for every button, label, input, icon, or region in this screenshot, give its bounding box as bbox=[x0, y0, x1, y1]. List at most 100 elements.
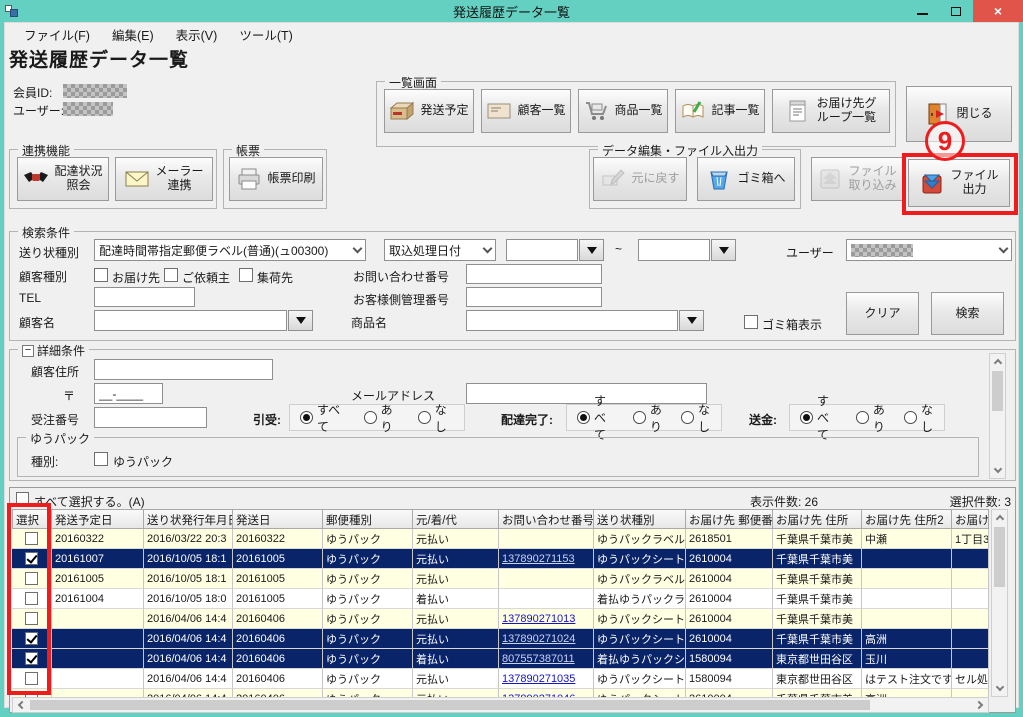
maximize-button[interactable] bbox=[939, 0, 973, 22]
scroll-left-icon[interactable] bbox=[13, 698, 28, 712]
print-report-button[interactable]: 帳票印刷 bbox=[229, 157, 323, 201]
row-select-checkbox[interactable] bbox=[25, 532, 38, 545]
radio-option[interactable]: なし bbox=[681, 401, 711, 435]
inquiry-no-link[interactable]: 137890271024 bbox=[502, 633, 575, 645]
date-type-select[interactable]: 取込処理日付 bbox=[384, 239, 496, 261]
delivery-group-list-button[interactable]: お届け先グ ループ一覧 bbox=[772, 89, 890, 133]
radio-option[interactable]: あり bbox=[364, 401, 400, 435]
product-name-picker-button[interactable] bbox=[679, 310, 704, 331]
column-header[interactable]: 送り状発行年月日 bbox=[144, 509, 233, 529]
mailer-link-button[interactable]: メーラー 連携 bbox=[115, 157, 213, 201]
row-select-checkbox[interactable] bbox=[25, 672, 38, 685]
customer-type-checkbox[interactable] bbox=[239, 268, 253, 282]
customer-type-checkbox[interactable] bbox=[164, 268, 178, 282]
scroll-thumb[interactable] bbox=[30, 700, 870, 710]
radio-option[interactable]: あり bbox=[633, 401, 663, 435]
row-select-checkbox[interactable] bbox=[25, 612, 38, 625]
collapse-toggle[interactable]: − bbox=[22, 345, 34, 357]
customer-mgmt-no-input[interactable] bbox=[466, 287, 602, 307]
menu-item[interactable]: ファイル(F) bbox=[15, 23, 99, 46]
column-header[interactable]: お届け先 bbox=[952, 509, 989, 529]
customer-name-picker-button[interactable] bbox=[288, 310, 313, 331]
column-header[interactable]: お問い合わせ番号 bbox=[499, 509, 594, 529]
yupack-checkbox[interactable] bbox=[94, 452, 108, 466]
detail-scrollbar-vertical[interactable] bbox=[989, 353, 1006, 479]
table-row[interactable]: 2016/04/06 14:420160406ゆうパック元払い137890271… bbox=[12, 689, 989, 697]
product-name-input[interactable] bbox=[466, 310, 678, 331]
column-header[interactable]: 発送日 bbox=[233, 509, 323, 529]
radio-option[interactable]: なし bbox=[418, 401, 454, 435]
radio-option[interactable]: すべて bbox=[577, 392, 615, 443]
invoice-type-select[interactable]: 配達時間帯指定郵便ラベル(普通)(ュ00300) bbox=[94, 239, 366, 261]
delivery-status-button[interactable]: 配達状況 照会 bbox=[17, 157, 109, 201]
row-select-checkbox[interactable] bbox=[25, 592, 38, 605]
scroll-down-icon[interactable] bbox=[992, 681, 1007, 696]
row-select-checkbox[interactable] bbox=[25, 552, 38, 565]
date-from-input[interactable] bbox=[506, 239, 578, 261]
menu-item[interactable]: 表示(V) bbox=[167, 23, 227, 46]
row-select-checkbox[interactable] bbox=[25, 652, 38, 665]
menu-item[interactable]: ツール(T) bbox=[230, 23, 301, 46]
cell-inquiry-no: 137890271024 bbox=[499, 629, 594, 649]
clear-button[interactable]: クリア bbox=[846, 292, 919, 335]
scroll-thumb[interactable] bbox=[994, 527, 1005, 587]
table-scrollbar-vertical[interactable] bbox=[991, 509, 1008, 697]
file-export-button[interactable]: ファイル 出力 bbox=[908, 159, 1010, 207]
inquiry-no-link[interactable]: 807557387011 bbox=[502, 653, 575, 665]
column-header[interactable]: お届け先 住所 bbox=[773, 509, 862, 529]
scroll-up-icon[interactable] bbox=[990, 354, 1005, 369]
scroll-right-icon[interactable] bbox=[973, 698, 988, 712]
table-row[interactable]: 201610072016/10/05 18:120161005ゆうパック元払い1… bbox=[12, 549, 989, 569]
minimize-button[interactable] bbox=[905, 0, 939, 22]
tel-input[interactable] bbox=[94, 287, 195, 307]
column-header[interactable]: お届け先 住所2 bbox=[862, 509, 952, 529]
radio-option[interactable]: すべて bbox=[800, 392, 838, 443]
table-row[interactable]: 2016/04/06 14:420160406ゆうパック元払い137890271… bbox=[12, 629, 989, 649]
table-scrollbar-horizontal[interactable] bbox=[12, 697, 989, 713]
customer-address-input[interactable] bbox=[94, 359, 273, 380]
radio-option[interactable]: なし bbox=[904, 401, 934, 435]
inquiry-no-link[interactable]: 137890271035 bbox=[502, 673, 575, 685]
menu-item[interactable]: 編集(E) bbox=[103, 23, 163, 46]
column-header[interactable]: お届け先 郵便番号 bbox=[686, 509, 773, 529]
column-header[interactable]: 発送予定日 bbox=[52, 509, 144, 529]
table-row[interactable]: 2016/04/06 14:420160406ゆうパック元払い137890271… bbox=[12, 669, 989, 689]
scroll-thumb[interactable] bbox=[992, 371, 1003, 411]
table-row[interactable]: 2016/04/06 14:420160406ゆうパック元払い137890271… bbox=[12, 609, 989, 629]
close-icon[interactable]: × bbox=[973, 0, 1023, 22]
row-select-checkbox[interactable] bbox=[25, 572, 38, 585]
shipping-schedule-button[interactable]: 発送予定 bbox=[384, 89, 474, 133]
date-to-picker-button[interactable] bbox=[711, 239, 736, 261]
date-to-input[interactable] bbox=[638, 239, 710, 261]
user-filter-select[interactable] bbox=[846, 239, 1012, 261]
scroll-up-icon[interactable] bbox=[992, 510, 1007, 525]
order-no-input[interactable] bbox=[94, 407, 207, 428]
select-all-checkbox[interactable] bbox=[16, 492, 29, 505]
table-row[interactable]: 201603222016/03/22 20:320160322ゆうパック元払いゆ… bbox=[12, 529, 989, 549]
article-list-button[interactable]: 記事一覧 bbox=[675, 89, 765, 133]
table-row[interactable]: 201610052016/10/05 18:120161005ゆうパック元払いゆ… bbox=[12, 569, 989, 589]
column-header[interactable]: 送り状種別 bbox=[594, 509, 686, 529]
column-header[interactable]: 選択 bbox=[12, 509, 52, 529]
date-from-picker-button[interactable] bbox=[579, 239, 604, 261]
customer-name-input[interactable] bbox=[94, 310, 287, 331]
customer-list-button[interactable]: 顧客一覧 bbox=[481, 89, 571, 133]
inquiry-no-input[interactable] bbox=[466, 264, 602, 284]
customer-type-checkbox[interactable] bbox=[94, 268, 108, 282]
radio-option[interactable]: あり bbox=[856, 401, 886, 435]
close-window-button[interactable]: 閉じる bbox=[906, 86, 1012, 142]
scroll-down-icon[interactable] bbox=[990, 463, 1005, 478]
inquiry-no-link[interactable]: 137890271013 bbox=[502, 613, 575, 625]
table-row[interactable]: 201610042016/10/05 18:020161005ゆうパック着払い着… bbox=[12, 589, 989, 609]
postal-input[interactable] bbox=[94, 383, 163, 404]
trash-button[interactable]: ゴミ箱へ bbox=[697, 157, 795, 201]
column-header[interactable]: 元/着/代 bbox=[413, 509, 499, 529]
search-button[interactable]: 検索 bbox=[931, 292, 1004, 335]
table-row[interactable]: 2016/04/06 14:420160406ゆうパック着払い807557387… bbox=[12, 649, 989, 669]
product-list-button[interactable]: 商品一覧 bbox=[578, 89, 668, 133]
inquiry-no-link[interactable]: 137890271153 bbox=[502, 553, 575, 565]
row-select-checkbox[interactable] bbox=[25, 632, 38, 645]
radio-option[interactable]: すべて bbox=[300, 401, 346, 435]
trash-display-checkbox[interactable] bbox=[744, 315, 758, 329]
column-header[interactable]: 郵便種別 bbox=[323, 509, 413, 529]
